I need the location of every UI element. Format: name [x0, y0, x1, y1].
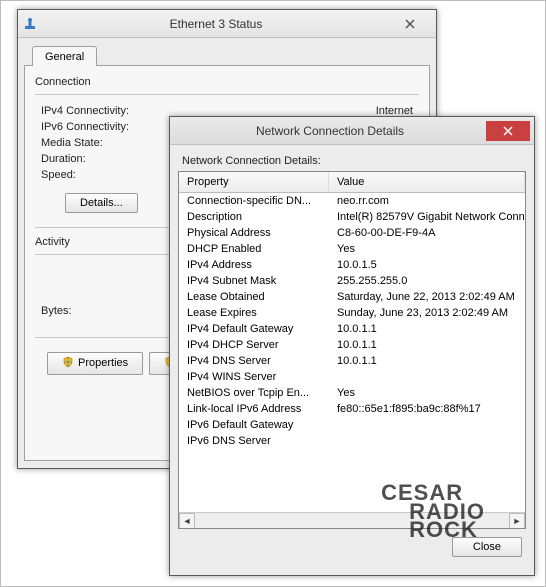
table-row[interactable]: DescriptionIntel(R) 82579V Gigabit Netwo…	[179, 209, 525, 225]
cell-property: IPv4 Address	[179, 258, 329, 272]
table-row[interactable]: IPv4 Default Gateway10.0.1.1	[179, 321, 525, 337]
scroll-left-arrow[interactable]: ◄	[179, 513, 195, 529]
table-row[interactable]: DHCP EnabledYes	[179, 241, 525, 257]
cell-property: IPv6 Default Gateway	[179, 418, 329, 432]
row-label: Duration:	[41, 153, 86, 165]
cell-value: Yes	[329, 386, 525, 400]
shield-icon	[62, 356, 74, 371]
status-close-button[interactable]	[388, 14, 432, 34]
row-label: IPv4 Connectivity:	[41, 105, 129, 117]
tab-general[interactable]: General	[32, 46, 97, 66]
table-row[interactable]: Lease ObtainedSaturday, June 22, 2013 2:…	[179, 289, 525, 305]
close-button[interactable]: Close	[452, 537, 522, 557]
cell-property: Connection-specific DN...	[179, 194, 329, 208]
details-close-button[interactable]	[486, 121, 530, 141]
table-row[interactable]: Lease ExpiresSunday, June 23, 2013 2:02:…	[179, 305, 525, 321]
cell-value: 10.0.1.1	[329, 338, 525, 352]
cell-value	[329, 434, 525, 448]
cell-property: Description	[179, 210, 329, 224]
cell-value: 10.0.1.1	[329, 322, 525, 336]
header-value[interactable]: Value	[329, 172, 525, 192]
cell-value	[329, 370, 525, 384]
details-table: Property Value Connection-specific DN...…	[178, 171, 526, 529]
network-icon	[22, 16, 38, 32]
details-button[interactable]: Details...	[65, 193, 138, 213]
horizontal-scrollbar[interactable]: ◄ ►	[179, 512, 525, 528]
cell-property: IPv4 DHCP Server	[179, 338, 329, 352]
table-row[interactable]: NetBIOS over Tcpip En...Yes	[179, 385, 525, 401]
properties-button[interactable]: Properties	[47, 352, 143, 375]
cell-value: Saturday, June 22, 2013 2:02:49 AM	[329, 290, 525, 304]
cell-value: 10.0.1.5	[329, 258, 525, 272]
cell-property: Link-local IPv6 Address	[179, 402, 329, 416]
scroll-track[interactable]	[195, 514, 509, 528]
cell-value: Sunday, June 23, 2013 2:02:49 AM	[329, 306, 525, 320]
details-title: Network Connection Details	[174, 124, 486, 138]
cell-value: neo.rr.com	[329, 194, 525, 208]
cell-value	[329, 418, 525, 432]
header-property[interactable]: Property	[179, 172, 329, 192]
table-row[interactable]: IPv4 Subnet Mask255.255.255.0	[179, 273, 525, 289]
table-row[interactable]: IPv4 WINS Server	[179, 369, 525, 385]
cell-value: C8-60-00-DE-F9-4A	[329, 226, 525, 240]
cell-property: IPv4 DNS Server	[179, 354, 329, 368]
row-label: Speed:	[41, 169, 76, 181]
cell-property: DHCP Enabled	[179, 242, 329, 256]
connection-group-label: Connection	[35, 76, 419, 88]
details-table-header[interactable]: Property Value	[179, 172, 525, 193]
cell-value: Yes	[329, 242, 525, 256]
cell-property: IPv4 Subnet Mask	[179, 274, 329, 288]
details-titlebar[interactable]: Network Connection Details	[170, 117, 534, 145]
cell-property: IPv4 Default Gateway	[179, 322, 329, 336]
table-row[interactable]: IPv6 Default Gateway	[179, 417, 525, 433]
table-row[interactable]: IPv4 DHCP Server10.0.1.1	[179, 337, 525, 353]
network-details-window: Network Connection Details Network Conne…	[169, 116, 535, 576]
cell-property: Lease Obtained	[179, 290, 329, 304]
table-row[interactable]: Connection-specific DN...neo.rr.com	[179, 193, 525, 209]
table-row[interactable]: Link-local IPv6 Addressfe80::65e1:f895:b…	[179, 401, 525, 417]
row-label: Media State:	[41, 137, 103, 149]
table-row[interactable]: IPv4 Address10.0.1.5	[179, 257, 525, 273]
cell-property: IPv6 DNS Server	[179, 434, 329, 448]
cell-property: Physical Address	[179, 226, 329, 240]
cell-value: fe80::65e1:f895:ba9c:88f%17	[329, 402, 525, 416]
status-titlebar[interactable]: Ethernet 3 Status	[18, 10, 436, 38]
row-label: IPv6 Connectivity:	[41, 121, 129, 133]
cell-value: Intel(R) 82579V Gigabit Network Connect	[329, 210, 525, 224]
cell-value: 255.255.255.0	[329, 274, 525, 288]
status-title: Ethernet 3 Status	[44, 17, 388, 31]
bytes-label: Bytes:	[41, 305, 72, 317]
cell-value: 10.0.1.1	[329, 354, 525, 368]
table-row[interactable]: IPv4 DNS Server10.0.1.1	[179, 353, 525, 369]
table-row[interactable]: Physical AddressC8-60-00-DE-F9-4A	[179, 225, 525, 241]
details-table-body[interactable]: Connection-specific DN...neo.rr.comDescr…	[179, 193, 525, 512]
cell-property: NetBIOS over Tcpip En...	[179, 386, 329, 400]
scroll-right-arrow[interactable]: ►	[509, 513, 525, 529]
table-row[interactable]: IPv6 DNS Server	[179, 433, 525, 449]
cell-property: Lease Expires	[179, 306, 329, 320]
cell-property: IPv4 WINS Server	[179, 370, 329, 384]
details-list-label: Network Connection Details:	[182, 155, 522, 167]
